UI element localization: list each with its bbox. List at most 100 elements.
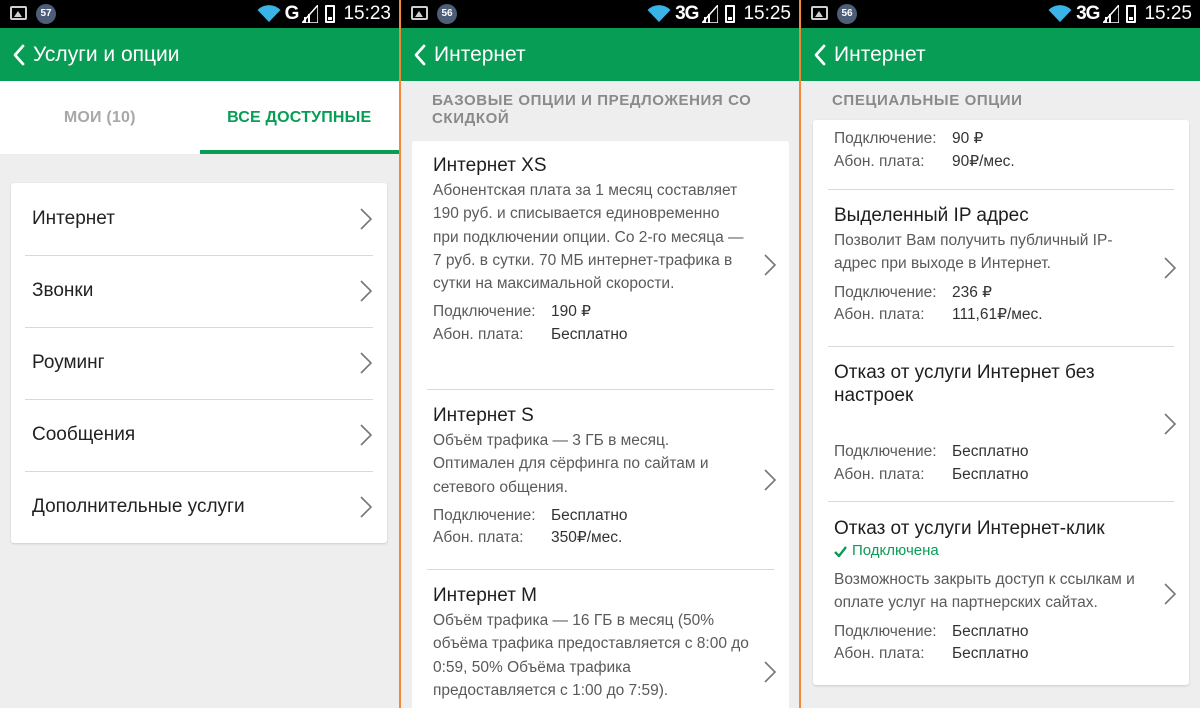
menu-item-messages[interactable]: Сообщения (11, 399, 387, 471)
options-list: Подключение: 90 ₽ Абон. плата: 90₽/мес. Вы… (813, 120, 1189, 685)
chevron-right-icon (360, 208, 373, 230)
notification-badge: 56 (837, 4, 857, 24)
option-description: Объём трафика — 3 ГБ в месяц. Оптимален … (433, 432, 709, 496)
separator (828, 501, 1174, 502)
screen-services: 57 G 15:23 Услуги и опции МОИ (10) ВСЕ Д… (0, 0, 399, 708)
chevron-right-icon (1164, 583, 1177, 605)
connection-label: Подключение: (834, 130, 937, 147)
menu-item-roaming[interactable]: Роуминг (11, 327, 387, 399)
chevron-right-icon (764, 661, 777, 683)
chevron-right-icon (360, 496, 373, 518)
chevron-right-icon (764, 469, 777, 491)
menu-item-additional-services[interactable]: Дополнительные услуги (11, 471, 387, 543)
monthly-fee: 90₽/мес. (952, 152, 1015, 170)
gallery-icon (10, 6, 27, 20)
option-title: Интернет M (433, 585, 538, 606)
option-refuse-internet-click[interactable]: Отказ от услуги Интернет-клик Подключена… (813, 517, 1189, 666)
signal-icon (702, 5, 719, 23)
option-description: Абонентская плата за 1 месяц составляет … (433, 182, 744, 293)
option-dedicated-ip[interactable]: Выделенный IP адрес Позволит Вам получит… (813, 204, 1189, 327)
status-bar: 56 3G 15:25 (401, 0, 799, 28)
section-header: СПЕЦИАЛЬНЫЕ ОПЦИИ (832, 92, 1023, 109)
chevron-right-icon (360, 352, 373, 374)
chevron-right-icon (1164, 413, 1177, 435)
section-header: БАЗОВЫЕ ОПЦИИ И ПРЕДЛОЖЕНИЯ СО СКИДКОЙ (432, 92, 752, 127)
chevron-left-icon[interactable] (809, 28, 831, 81)
connection-price: 236 ₽ (952, 283, 993, 301)
page-title: Интернет (434, 42, 526, 66)
app-bar: Интернет (801, 28, 1200, 81)
monthly-fee: Бесплатно (551, 325, 628, 343)
connection-label: Подключение: (433, 506, 536, 524)
category-list: Интернет Звонки Роуминг Сообщения Дополн… (11, 183, 387, 543)
option-internet-m[interactable]: Интернет M Объём трафика — 16 ГБ в месяц… (412, 584, 789, 702)
monthly-fee: 111,61₽/мес. (952, 306, 1043, 324)
menu-item-label: Звонки (32, 280, 94, 301)
menu-item-label: Роуминг (32, 352, 105, 373)
fee-label: Абон. плата: (433, 529, 524, 547)
option-title: Отказ от услуги Интернет без настроек (834, 362, 1095, 406)
option-title: Выделенный IP адрес (834, 205, 1029, 226)
battery-icon (325, 5, 336, 23)
connection-label: Подключение: (834, 443, 937, 460)
signal-icon (302, 5, 319, 23)
check-icon (834, 545, 847, 557)
option-refuse-internet-no-settings[interactable]: Отказ от услуги Интернет без настроек По… (813, 361, 1189, 486)
notification-badge: 57 (36, 4, 56, 24)
monthly-fee: Бесплатно (952, 645, 1029, 663)
menu-item-internet[interactable]: Интернет (11, 183, 387, 255)
chevron-right-icon (360, 280, 373, 302)
clock: 15:25 (743, 3, 791, 24)
option-internet-xs[interactable]: Интернет XS Абонентская плата за 1 месяц… (412, 154, 789, 346)
option-partial[interactable]: Подключение: 90 ₽ Абон. плата: 90₽/мес. (813, 128, 1189, 173)
status-badge: Подключена (834, 540, 1149, 562)
chevron-left-icon[interactable] (8, 28, 30, 81)
notification-badge: 56 (437, 4, 457, 24)
app-bar: Интернет (401, 28, 799, 81)
separator (828, 346, 1174, 347)
option-internet-s[interactable]: Интернет S Объём трафика — 3 ГБ в месяц.… (412, 404, 789, 550)
fee-label: Абон. плата: (834, 152, 925, 170)
chevron-right-icon (360, 424, 373, 446)
clock: 15:25 (1144, 3, 1192, 24)
screen-internet-base: 56 3G 15:25 Интернет БАЗОВЫЕ ОПЦИИ И ПРЕ… (401, 0, 799, 708)
connection-label: Подключение: (834, 283, 937, 301)
menu-item-label: Интернет (32, 208, 115, 229)
gallery-icon (411, 6, 428, 20)
gallery-icon (811, 6, 828, 20)
option-title: Интернет S (433, 405, 534, 426)
option-title: Интернет XS (433, 155, 547, 176)
network-type: G (284, 3, 300, 24)
connection-label: Подключение: (834, 622, 937, 640)
battery-icon (1126, 5, 1137, 23)
wifi-icon (1048, 5, 1072, 22)
wifi-icon (647, 5, 671, 22)
menu-item-label: Дополнительные услуги (32, 496, 245, 517)
connection-price: Бесплатно (952, 443, 1029, 460)
fee-label: Абон. плата: (834, 645, 925, 663)
connection-price: Бесплатно (952, 622, 1029, 640)
connection-price: 90 ₽ (952, 130, 984, 147)
signal-icon (1103, 5, 1120, 23)
menu-item-calls[interactable]: Звонки (11, 255, 387, 327)
connection-price: Бесплатно (551, 506, 628, 524)
network-type: 3G (675, 3, 699, 24)
page-title: Интернет (834, 42, 926, 66)
monthly-fee: Бесплатно (952, 465, 1029, 483)
page-title: Услуги и опции (33, 42, 180, 66)
separator (828, 189, 1174, 190)
menu-item-label: Сообщения (32, 424, 136, 445)
status-bar: 57 G 15:23 (0, 0, 399, 28)
status-label: Подключена (852, 542, 939, 559)
screen-internet-special: 56 3G 15:25 Интернет СПЕЦИАЛЬНЫЕ ОПЦИИ П… (801, 0, 1200, 708)
fee-label: Абон. плата: (433, 325, 524, 343)
tab-my[interactable]: МОИ (10) (0, 81, 200, 154)
tab-all-available[interactable]: ВСЕ ДОСТУПНЫЕ (199, 81, 400, 154)
status-bar: 56 3G 15:25 (801, 0, 1200, 28)
chevron-left-icon[interactable] (409, 28, 431, 81)
wifi-icon (257, 5, 281, 22)
option-description: Объём трафика — 16 ГБ в месяц (50% объём… (433, 612, 749, 699)
chevron-right-icon (1164, 257, 1177, 279)
tab-bar: МОИ (10) ВСЕ ДОСТУПНЫЕ (0, 81, 399, 154)
app-bar: Услуги и опции (0, 28, 399, 81)
